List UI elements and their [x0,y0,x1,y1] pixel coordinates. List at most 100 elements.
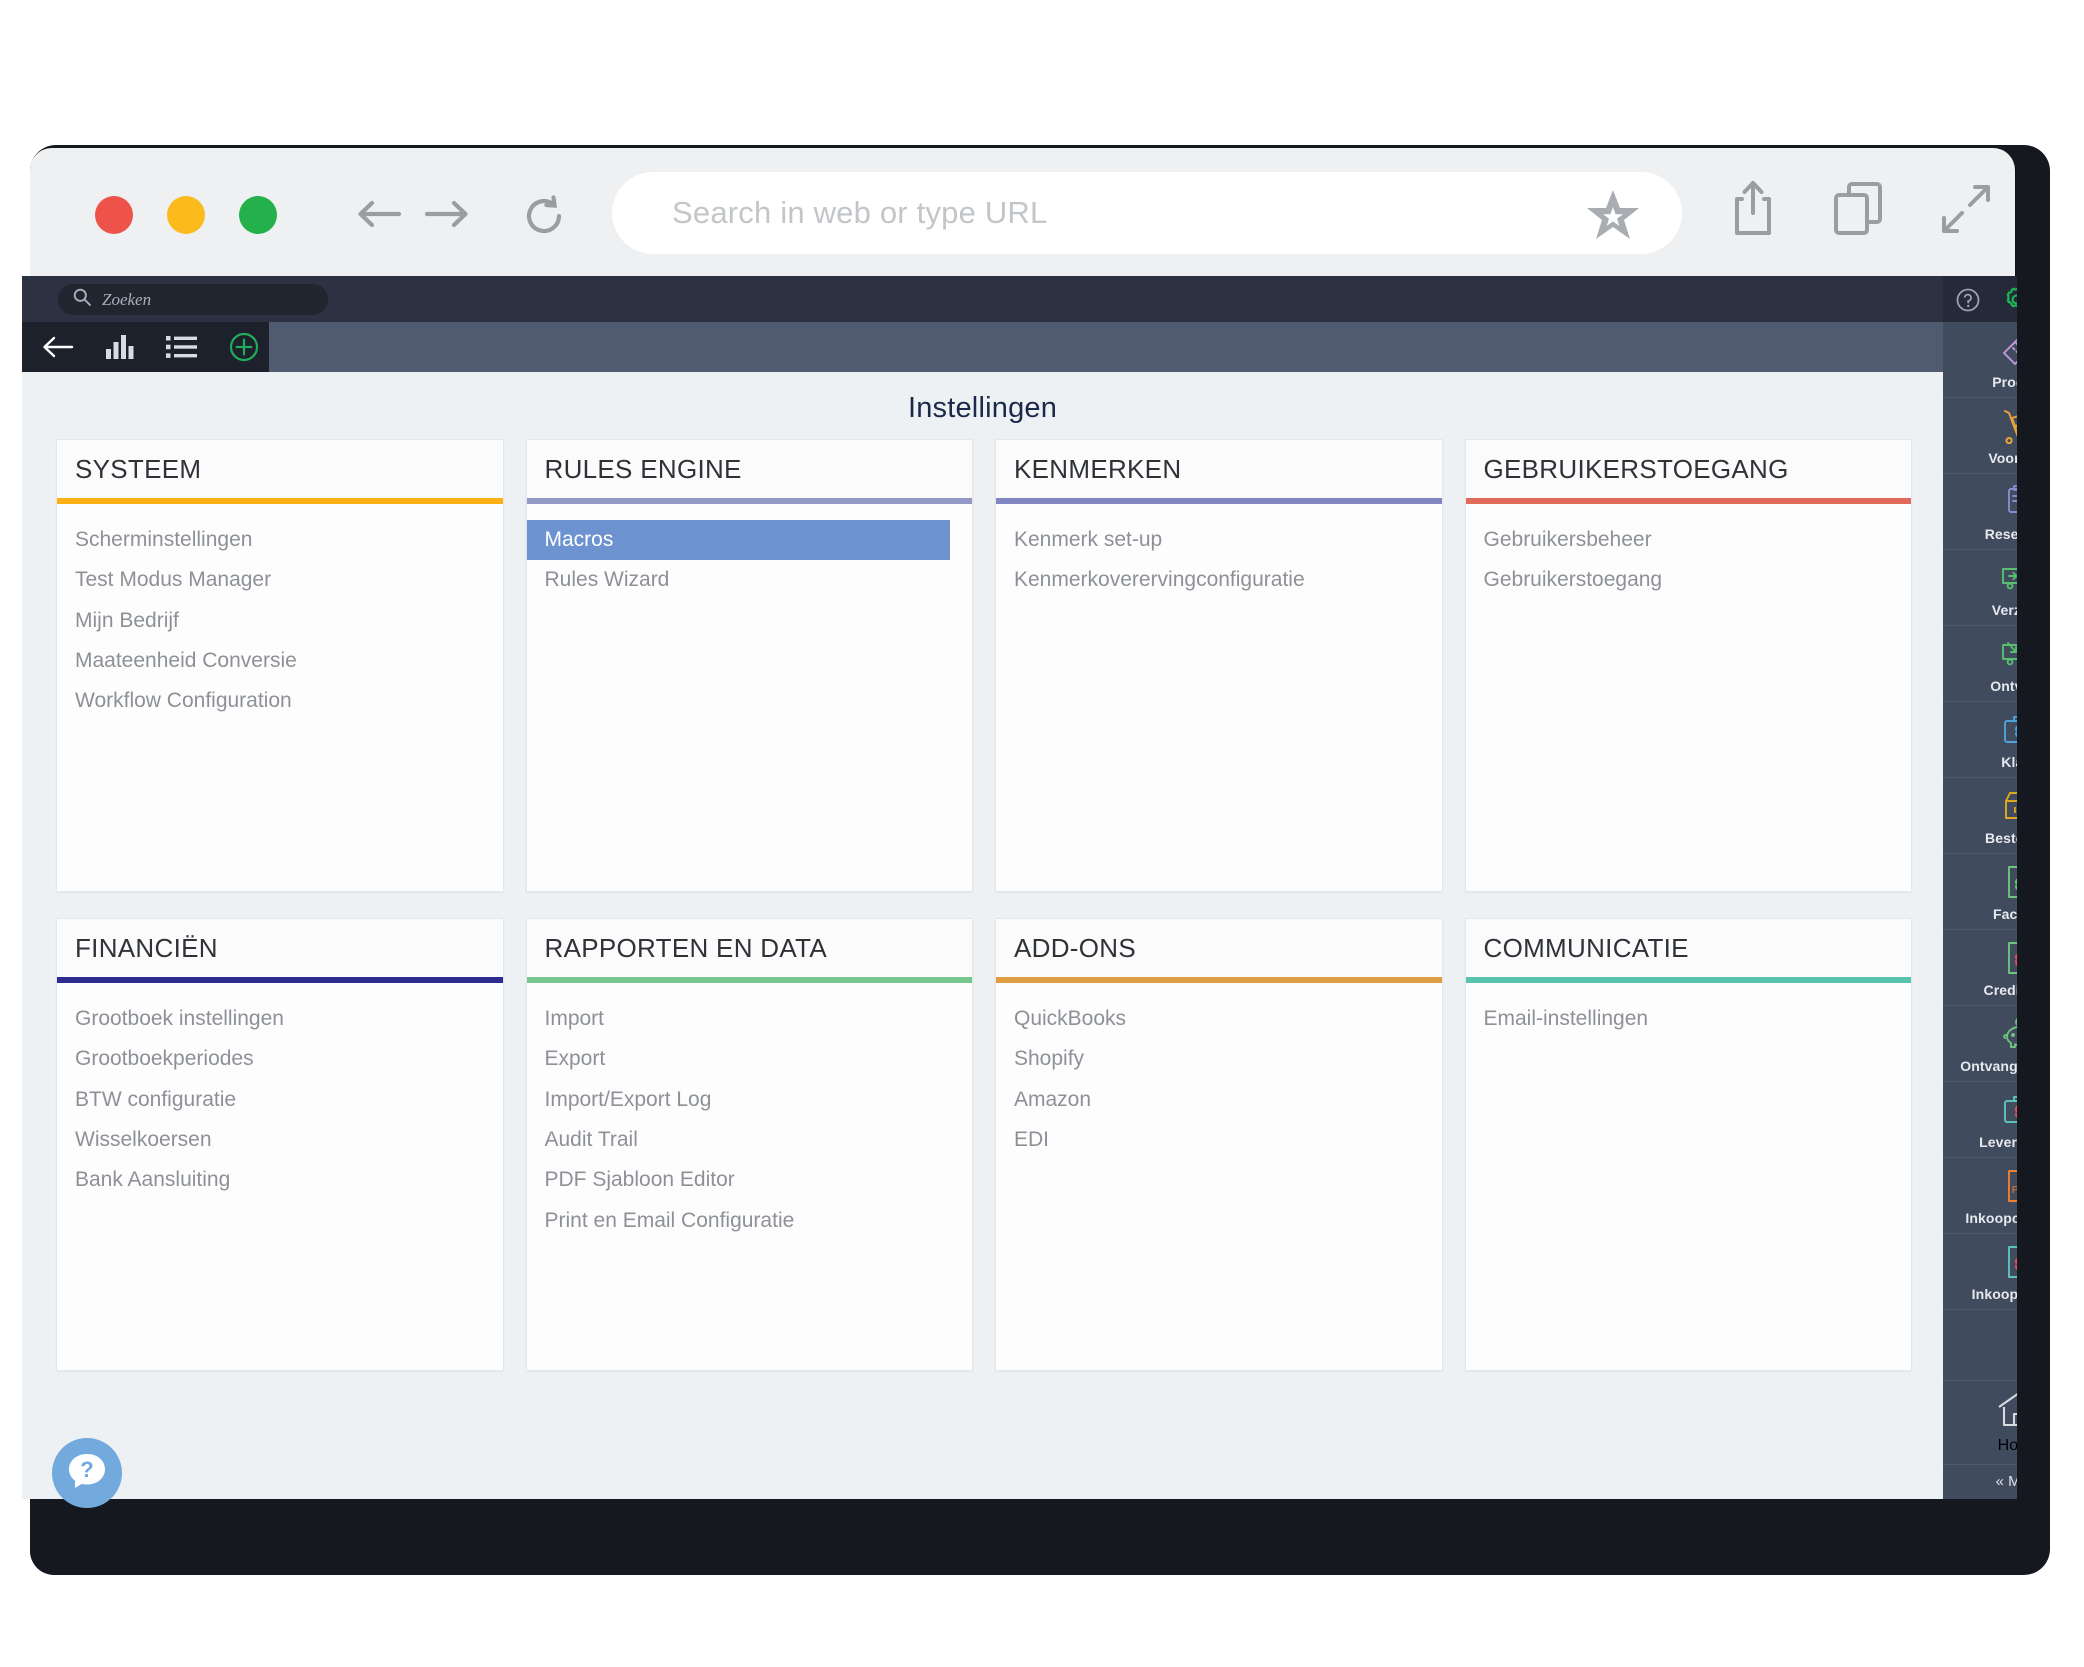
minimize-window-button[interactable] [167,196,205,234]
application-viewport: Zoeken Instellingen SYSTEEM Scherminstel… [22,276,2017,1499]
panel-list-item[interactable]: Gebruikerstoegang [1466,560,1912,600]
panel-list-item[interactable]: Mijn Bedrijf [57,601,503,641]
panel-list-item[interactable]: Email-instellingen [1466,999,1912,1039]
rail-item-creditnota[interactable]: Creditnota [1943,930,2017,1006]
panel-header: FINANCIËN [57,919,503,977]
rail-item-leverancier[interactable]: Leverancier [1943,1082,2017,1158]
panel-list-item[interactable]: Import [527,999,973,1039]
rail-item-klant[interactable]: Klant [1943,702,2017,778]
rail-item-label: Inkoopfactuur [1971,1286,2017,1302]
rail-more-label: « Meer [1995,1473,2017,1490]
panel-item-list: Email-instellingen [1466,983,1912,1039]
panel-list-item[interactable]: Macros [526,520,950,561]
panel-header: COMMUNICATIE [1465,919,1911,977]
gear-icon[interactable] [2003,286,2017,318]
app-top-bar-right [1943,276,2017,322]
panel-list-item[interactable]: Workflow Configuration [57,681,503,721]
share-icon[interactable] [1730,180,1776,243]
panel-header: SYSTEEM [57,440,503,498]
rail-item-voorraad[interactable]: Voorraad [1943,398,2017,474]
maximize-window-button[interactable] [239,196,277,234]
panel-title: RULES ENGINE [544,453,742,484]
question-circle-icon[interactable] [1955,287,1981,318]
rail-item-home[interactable]: Home [1943,1380,2017,1464]
rail-item-factuur[interactable]: Factuur [1943,854,2017,930]
panel-item-list: Grootboek instellingen Grootboekperiodes B… [57,983,503,1201]
svg-text:PO: PO [2012,1185,2017,1196]
url-bar[interactable]: Search in web or type URL [612,172,1682,254]
panel-list-item[interactable]: PDF Sjabloon Editor [527,1160,973,1200]
panel-list-item[interactable]: Rules Wizard [527,560,973,600]
settings-panel: KENMERKEN Kenmerk set-up Kenmerkovererving… [995,439,1443,892]
panel-title: SYSTEEM [75,453,202,484]
panel-list-item[interactable]: Grootboek instellingen [57,999,503,1039]
rail-item-ontvang[interactable]: Ontvang [1943,626,2017,702]
rail-item-inkoopopdracht[interactable]: PO Inkoopopdracht [1943,1158,2017,1234]
panel-list-item[interactable]: Wisselkoersen [57,1120,503,1160]
back-arrow-icon[interactable] [352,194,406,234]
panel-list-item[interactable]: Shopify [996,1039,1442,1079]
panel-list-item[interactable]: Test Modus Manager [57,560,503,600]
panel-list-item[interactable]: BTW configuratie [57,1080,503,1120]
plus-circle-icon[interactable] [224,331,264,363]
rail-item-label: Product [1992,374,2017,390]
browser-navigation [352,194,474,234]
star-icon[interactable] [1586,189,1640,246]
device-bottom-bezel [30,1499,2016,1575]
price-tag-icon [1999,329,2017,371]
truck-in-icon [1999,633,2017,675]
panel-header: ADD-ONS [996,919,1442,977]
rail-item-label: Factuur [1992,906,2017,922]
url-input-placeholder[interactable]: Search in web or type URL [672,195,1047,231]
rail-item-label: Leverancier [1979,1134,2017,1150]
reload-icon[interactable] [520,192,568,240]
rail-more-button[interactable]: « Meer [1943,1464,2017,1498]
search-input[interactable]: Zoeken [58,284,328,315]
panel-list-item[interactable]: QuickBooks [996,999,1442,1039]
panel-list-item[interactable]: Scherminstellingen [57,520,503,560]
panel-list-item[interactable]: Kenmerkoverervingconfiguratie [996,560,1442,600]
hand-truck-boxes-icon [1999,405,2017,447]
panel-list-item[interactable]: Audit Trail [527,1120,973,1160]
credit-note-icon [1999,937,2017,979]
copy-tabs-icon[interactable] [1832,180,1884,243]
panel-item-list: Macros Rules Wizard [526,504,973,601]
panel-list-item[interactable]: Gebruikersbeheer [1466,520,1912,560]
rail-item-reserveer[interactable]: Reserveer [1943,474,2017,550]
panel-item-list: Kenmerk set-up Kenmerkoverervingconfigura… [996,504,1442,601]
window-controls [95,196,277,234]
purchase-order-icon: PO [1999,1165,2017,1207]
rail-home-label: Home [1997,1437,2017,1454]
panel-list-item[interactable]: Kenmerk set-up [996,520,1442,560]
rail-item-inkoopfactuur[interactable]: Inkoopfactuur [1943,1234,2017,1310]
panel-list-item[interactable]: Grootboekperiodes [57,1039,503,1079]
panel-list-item[interactable]: Print en Email Configuratie [527,1201,973,1241]
bar-chart-icon[interactable] [100,333,140,361]
panel-title: KENMERKEN [1014,453,1182,484]
panel-title: FINANCIËN [75,932,218,963]
rail-item-verzend[interactable]: Verzend [1943,550,2017,626]
rail-item-label: Klant [2001,754,2017,770]
panel-list-item[interactable]: Amazon [996,1080,1442,1120]
piggy-bank-icon [1999,1013,2017,1055]
rail-item-product[interactable]: Product [1943,322,2017,398]
panel-list-item[interactable]: Bank Aansluiting [57,1160,503,1200]
forward-arrow-icon[interactable] [420,194,474,234]
panel-list-item[interactable]: Maateenheid Conversie [57,641,503,681]
briefcase-dollar-icon [1999,709,2017,751]
panel-title: COMMUNICATIE [1483,932,1689,963]
panel-list-item[interactable]: Import/Export Log [527,1080,973,1120]
list-icon[interactable] [162,334,202,360]
back-arrow-icon[interactable] [36,334,80,360]
purchase-invoice-icon [1999,1241,2017,1283]
panel-header: GEBRUIKERSTOEGANG [1465,440,1911,498]
close-window-button[interactable] [95,196,133,234]
help-chat-button[interactable]: ? [52,1438,122,1508]
app-toolbar [22,322,1943,372]
panel-list-item[interactable]: EDI [996,1120,1442,1160]
rail-item-ontvang-betaling[interactable]: Ontvang Betaling [1943,1006,2017,1082]
expand-icon[interactable] [1940,183,1992,240]
rail-item-bestelling[interactable]: Bestelling [1943,778,2017,854]
settings-panel: SYSTEEM Scherminstellingen Test Modus Mana… [56,439,504,892]
panel-list-item[interactable]: Export [527,1039,973,1079]
